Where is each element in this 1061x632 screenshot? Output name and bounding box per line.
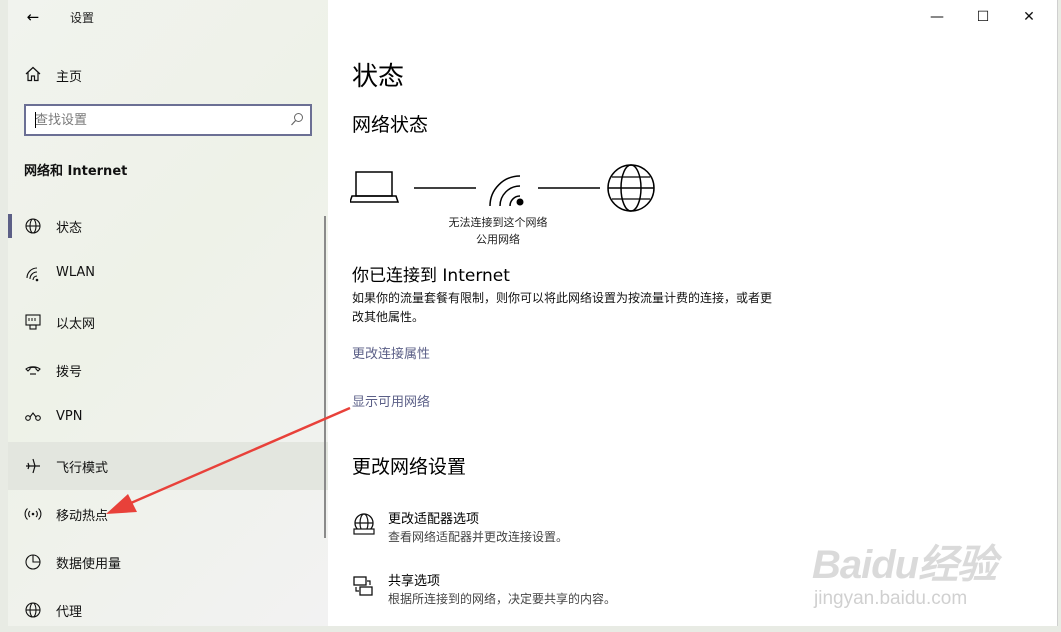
sidebar-item-proxy[interactable]: 代理	[8, 586, 328, 626]
search-icon	[291, 113, 303, 126]
wifi-icon	[26, 267, 39, 282]
ethernet-icon	[25, 314, 41, 330]
sidebar-nav: 状态 WLAN 以太网 拨号 VPN 飞行模式 移动热点 数据使用量 代理	[8, 202, 328, 626]
globe-icon	[25, 218, 41, 234]
dialup-icon	[25, 366, 41, 375]
sidebar-item-label: 代理	[56, 605, 83, 620]
maximize-button[interactable]: ☐	[960, 0, 1006, 34]
text-caret	[35, 112, 36, 128]
connected-heading: 你已连接到 Internet	[352, 266, 510, 286]
option-title: 更改适配器选项	[388, 512, 480, 527]
vpn-icon	[25, 412, 41, 421]
diagram-caption-network-type: 公用网络	[476, 233, 520, 246]
option-sharing[interactable]: 共享选项 根据所连接到的网络，决定要共享的内容。	[352, 570, 752, 610]
search-input[interactable]	[26, 106, 286, 134]
home-icon	[25, 66, 41, 82]
change-network-settings-heading: 更改网络设置	[352, 456, 467, 478]
option-adapter[interactable]: 更改适配器选项 查看网络适配器并更改连接设置。	[352, 508, 752, 548]
back-button[interactable]: ←	[20, 6, 46, 28]
sidebar-item-data-usage[interactable]: 数据使用量	[8, 538, 328, 586]
sidebar-item-label: 数据使用量	[56, 557, 122, 572]
minimize-icon: —	[930, 9, 944, 25]
change-connection-properties-link[interactable]: 更改连接属性	[352, 343, 430, 362]
internet-globe-icon	[607, 164, 655, 212]
page-title: 状态	[352, 62, 405, 92]
hotspot-icon	[24, 508, 42, 520]
option-subtitle: 查看网络适配器并更改连接设置。	[388, 530, 569, 544]
selected-indicator	[8, 214, 12, 238]
option-title: 共享选项	[388, 574, 441, 589]
sidebar-item-label: 飞行模式	[56, 461, 109, 476]
sidebar-item-label: VPN	[56, 409, 83, 424]
laptop-icon	[350, 171, 400, 203]
sidebar-item-vpn[interactable]: VPN	[8, 394, 328, 442]
sidebar-item-label: 移动热点	[56, 509, 109, 524]
sidebar-home[interactable]: 主页	[8, 60, 328, 88]
sidebar-item-label: 状态	[56, 221, 83, 236]
sidebar-home-label: 主页	[56, 70, 83, 85]
globe-icon	[25, 602, 41, 618]
search-box[interactable]	[24, 104, 312, 136]
diagram-caption-status: 无法连接到这个网络	[448, 216, 548, 229]
minimize-button[interactable]: —	[914, 0, 960, 34]
data-usage-icon	[25, 554, 41, 570]
sidebar-item-label: WLAN	[56, 265, 96, 280]
sharing-icon	[353, 576, 373, 596]
back-arrow-icon: ←	[26, 8, 40, 26]
wifi-signal-icon	[489, 175, 524, 207]
sidebar-item-label: 以太网	[56, 317, 96, 332]
adapter-icon	[353, 513, 375, 535]
network-status-heading: 网络状态	[352, 114, 429, 136]
window-title: 设置	[70, 11, 95, 25]
sidebar-item-mobile-hotspot[interactable]: 移动热点	[8, 490, 328, 538]
show-available-networks-link[interactable]: 显示可用网络	[352, 391, 430, 410]
sidebar-item-label: 拨号	[56, 365, 83, 380]
sidebar-scrollbar[interactable]	[324, 216, 326, 538]
sidebar-item-status[interactable]: 状态	[8, 202, 328, 250]
sidebar-item-ethernet[interactable]: 以太网	[8, 298, 328, 346]
content-pane: — ☐ ✕ 状态 网络状态 无法连接到这个网络 公用网络 你已连接到 Inter…	[328, 0, 1057, 626]
option-subtitle: 根据所连接到的网络，决定要共享的内容。	[388, 592, 617, 606]
maximize-icon: ☐	[976, 9, 990, 25]
connected-description: 如果你的流量套餐有限制，则你可以将此网络设置为按流量计费的连接，或者更改其他属性…	[352, 291, 773, 324]
sidebar-item-wlan[interactable]: WLAN	[8, 250, 328, 298]
sidebar: ← 设置 主页 网络和 Internet	[8, 0, 328, 626]
sidebar-item-airplane-mode[interactable]: 飞行模式	[8, 442, 328, 490]
sidebar-item-dialup[interactable]: 拨号	[8, 346, 328, 394]
airplane-icon	[26, 458, 40, 474]
sidebar-section-title: 网络和 Internet	[24, 164, 128, 179]
settings-window: ← 设置 主页 网络和 Internet	[8, 0, 1058, 626]
close-button[interactable]: ✕	[1006, 0, 1052, 34]
close-icon: ✕	[1023, 9, 1035, 25]
